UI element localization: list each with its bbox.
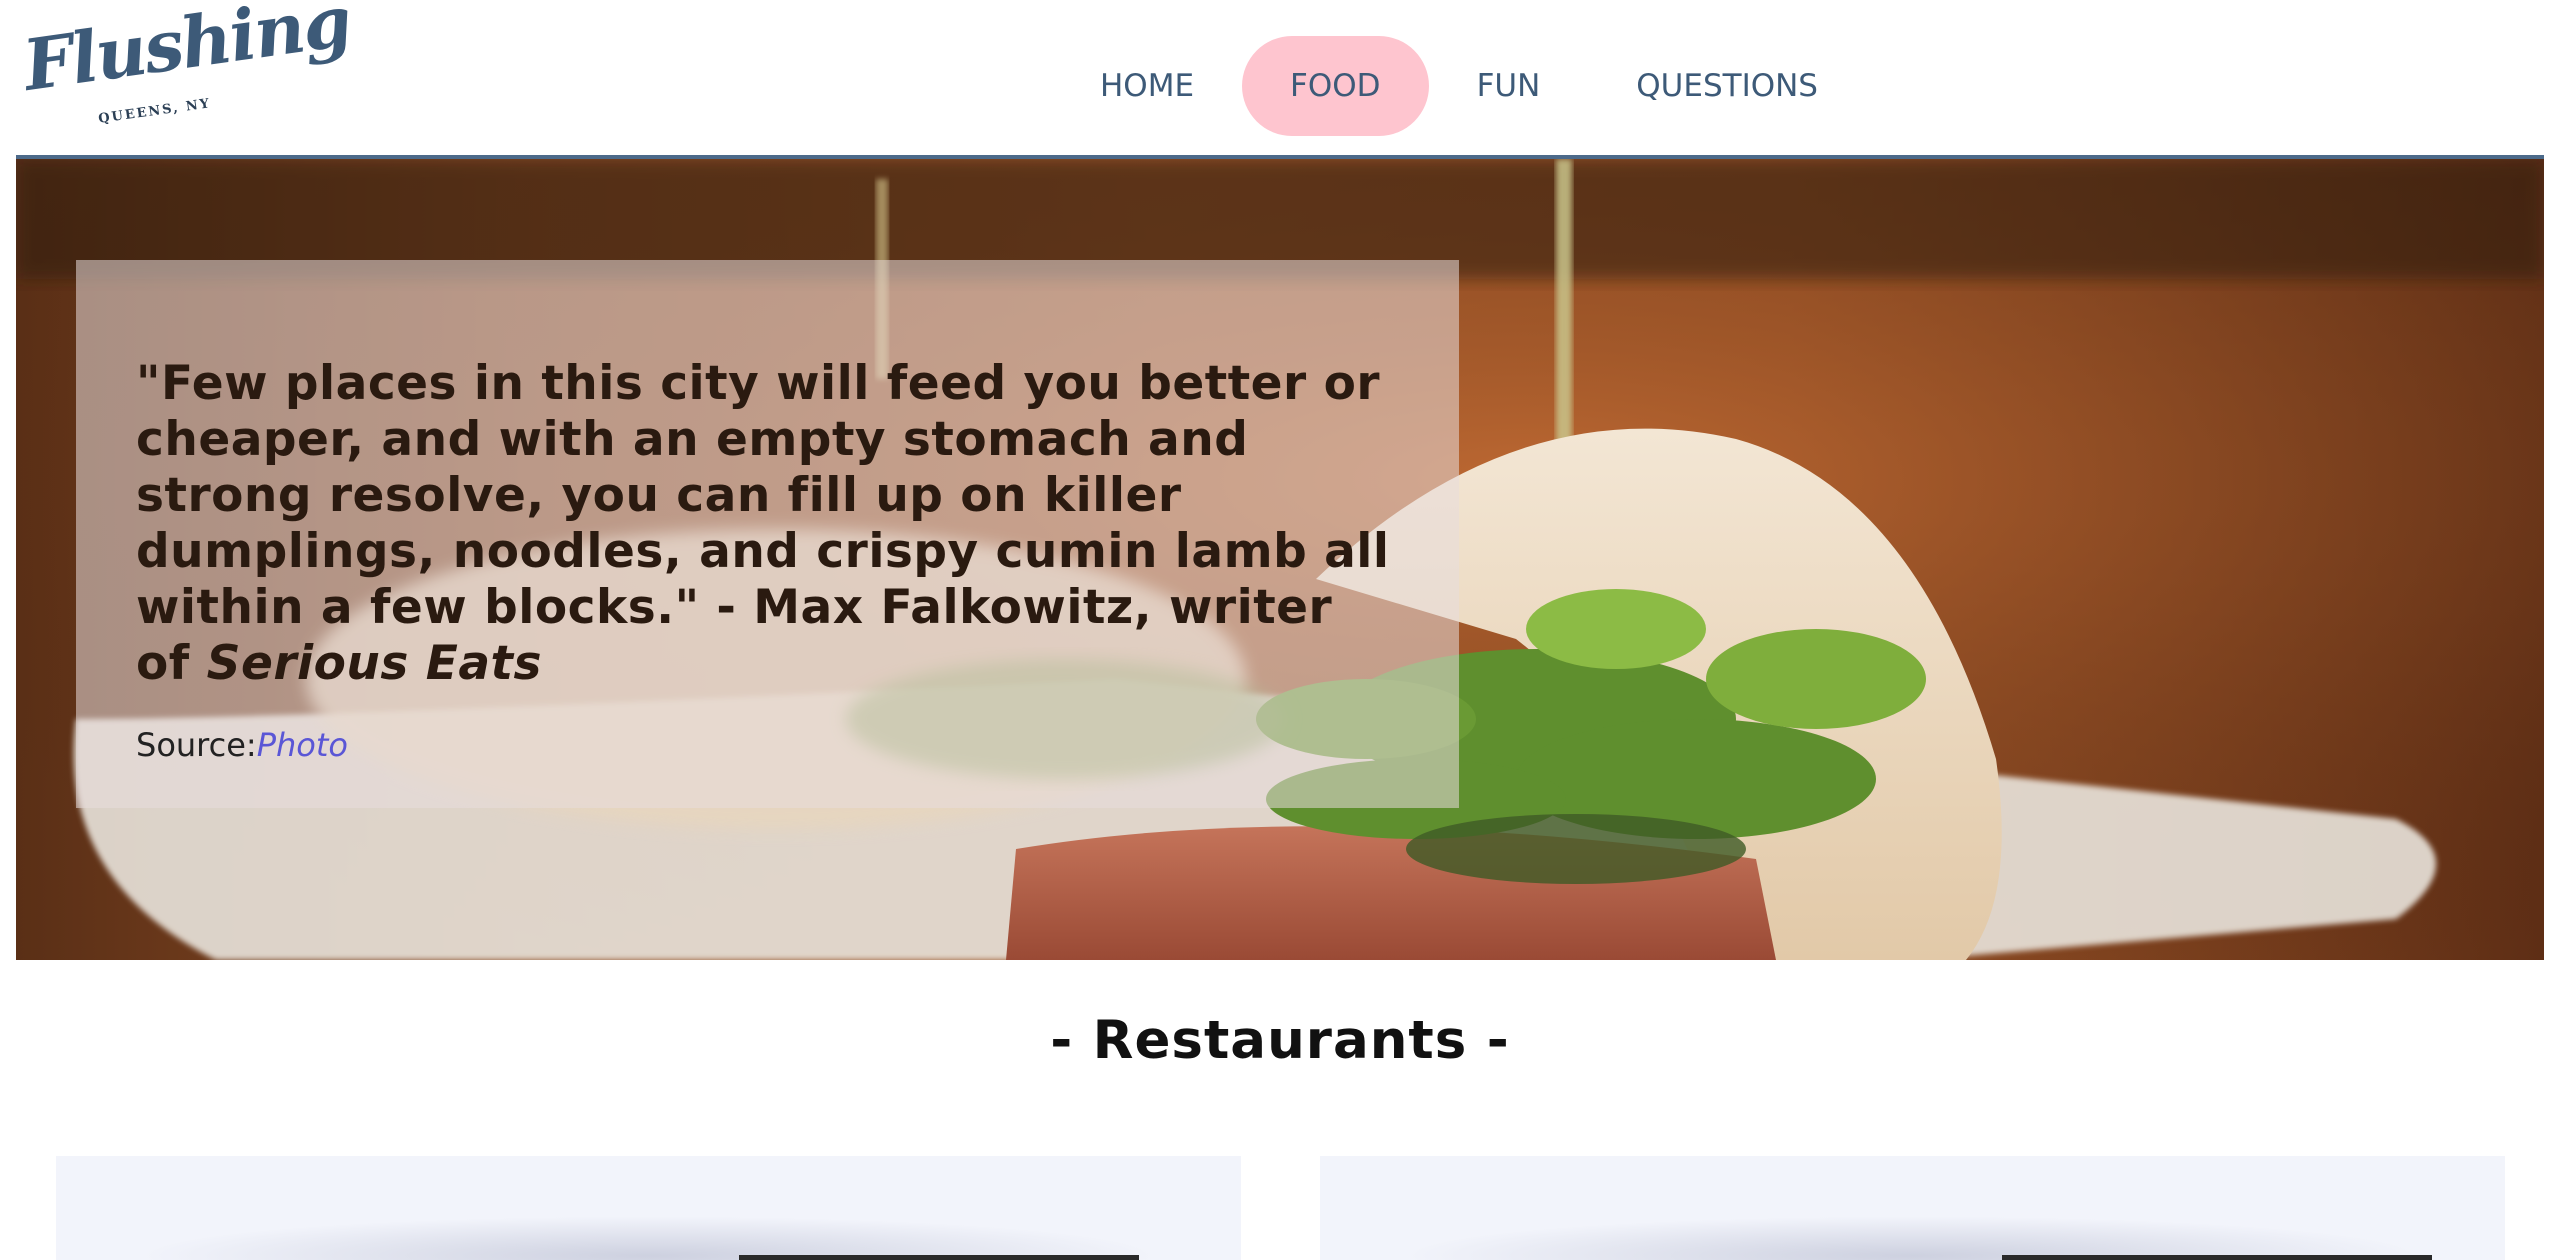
logo-script-text: Flushing bbox=[18, 0, 355, 107]
source-line: Source:Photo bbox=[136, 726, 1401, 764]
hero-banner: "Few places in this city will feed you b… bbox=[16, 159, 2544, 960]
photo-source-link[interactable]: Photo bbox=[257, 726, 348, 764]
restaurants-heading: - Restaurants - bbox=[1050, 1010, 1510, 1071]
card-image-edge bbox=[739, 1255, 1139, 1260]
main-nav: HOME FOOD FUN QUESTIONS bbox=[1052, 36, 1866, 136]
nav-fun[interactable]: FUN bbox=[1429, 36, 1589, 136]
quote-publication: Serious Eats bbox=[206, 636, 542, 691]
restaurant-card[interactable] bbox=[1320, 1156, 2505, 1260]
site-logo[interactable]: Flushing QUEENS, NY bbox=[18, 0, 354, 134]
nav-food[interactable]: FOOD bbox=[1242, 36, 1429, 136]
site-header: Flushing QUEENS, NY HOME FOOD FUN QUESTI… bbox=[0, 0, 2560, 159]
restaurant-card[interactable] bbox=[56, 1156, 1241, 1260]
source-label: Source: bbox=[136, 726, 257, 764]
card-shadow bbox=[1400, 1216, 2425, 1260]
nav-questions[interactable]: QUESTIONS bbox=[1588, 36, 1866, 136]
card-image-edge bbox=[2002, 1255, 2432, 1260]
hero-quote: "Few places in this city will feed you b… bbox=[136, 356, 1401, 692]
quote-card: "Few places in this city will feed you b… bbox=[76, 260, 1459, 808]
logo-subtitle: QUEENS, NY bbox=[97, 96, 213, 127]
nav-home[interactable]: HOME bbox=[1052, 36, 1242, 136]
card-shadow bbox=[136, 1216, 1161, 1260]
